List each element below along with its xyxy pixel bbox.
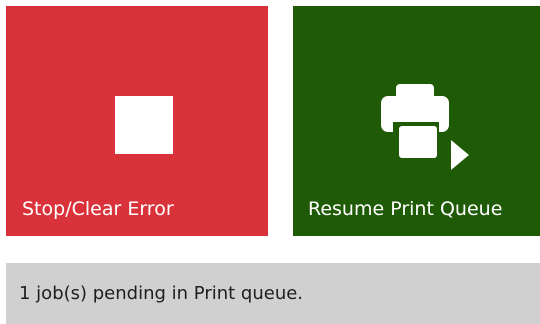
stop-clear-error-button[interactable]: Stop/Clear Error: [6, 6, 268, 236]
resume-print-queue-button[interactable]: Resume Print Queue: [293, 6, 540, 236]
stop-square-icon: [115, 96, 173, 154]
print-queue-status-bar: 1 job(s) pending in Print queue.: [6, 263, 540, 324]
status-text: 1 job(s) pending in Print queue.: [19, 283, 304, 304]
stop-clear-error-label: Stop/Clear Error: [22, 198, 174, 220]
printer-play-icon: [381, 84, 469, 170]
resume-print-queue-label: Resume Print Queue: [308, 198, 503, 220]
